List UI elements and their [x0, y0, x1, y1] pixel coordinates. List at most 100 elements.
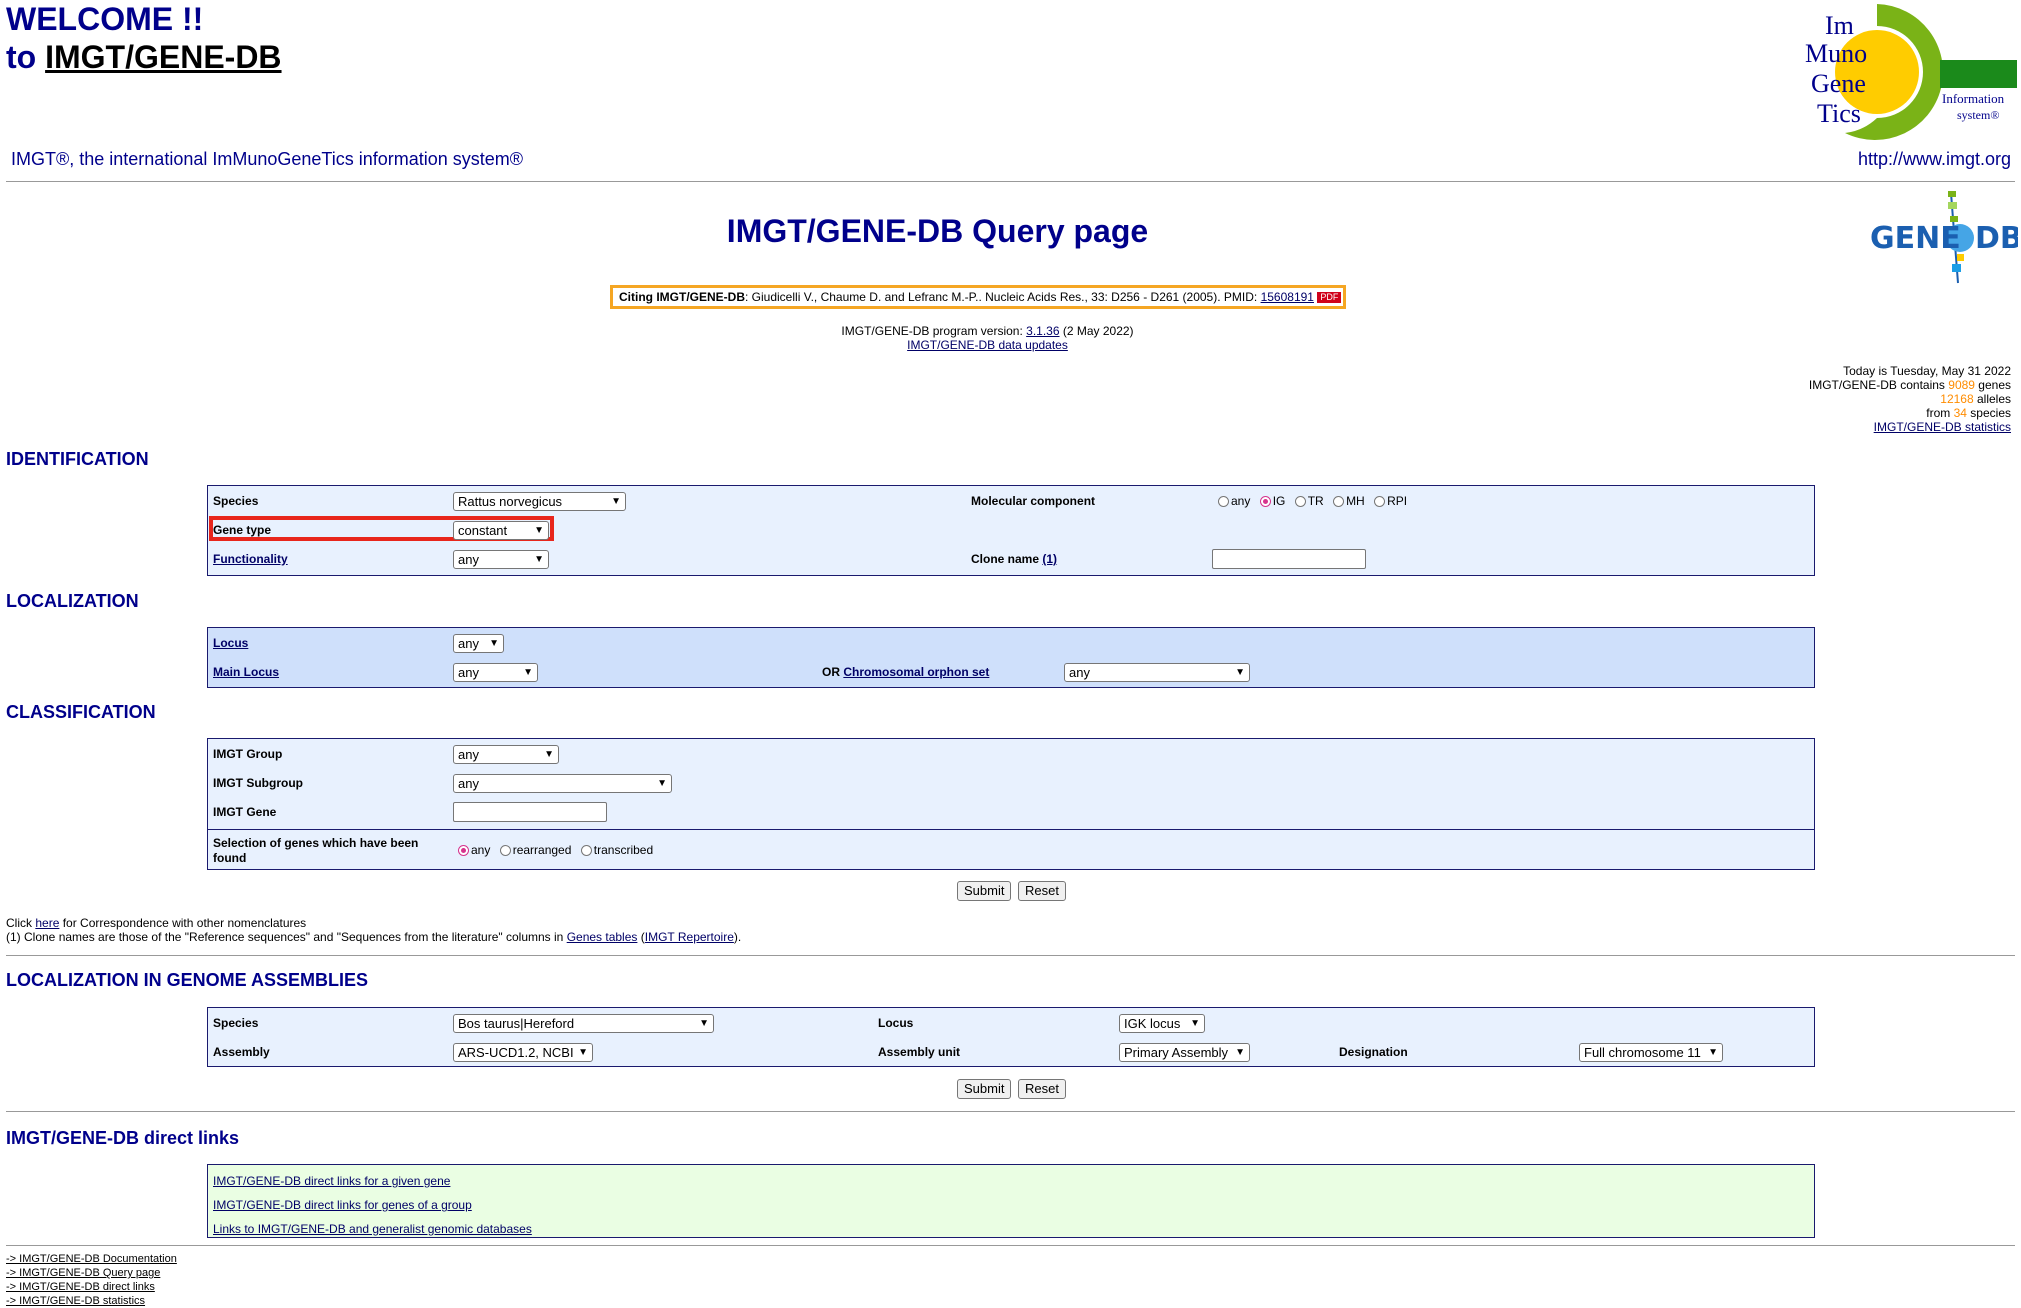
assemblies-heading: LOCALIZATION IN GENOME ASSEMBLIES [6, 970, 369, 990]
assembly-unit-label: Assembly unit [878, 1045, 961, 1059]
selection-label: Selection of genes which have been found [213, 836, 418, 866]
molecular-option-label: RPI [1387, 494, 1408, 508]
selection-option-any[interactable]: any [458, 843, 490, 857]
version-link[interactable]: 3.1.36 [1026, 324, 1059, 338]
functionality-select[interactable]: any ▼ [453, 550, 549, 569]
molecular-option-any[interactable]: any [1218, 494, 1250, 508]
assembly-locus-select[interactable]: IGK locus ▼ [1119, 1014, 1205, 1033]
imgt-subgroup-select[interactable]: any ▼ [453, 774, 672, 793]
radio-icon [1294, 496, 1306, 508]
assembly-submit-button[interactable]: Submit [957, 1079, 1012, 1099]
species-select-value: Rattus norvegicus [458, 494, 563, 509]
selection-option-transcribed[interactable]: transcribed [580, 843, 653, 857]
chevron-down-icon: ▼ [523, 667, 533, 678]
here-link[interactable]: here [35, 916, 59, 930]
assembly-species-label: Species [213, 1016, 259, 1030]
imgt-gene-db-link[interactable]: IMGT/GENE-DB [45, 39, 281, 75]
assembly-locus-label: Locus [878, 1016, 914, 1030]
statistics-link[interactable]: IMGT/GENE-DB statistics [1874, 420, 2011, 434]
imgt-gene-input[interactable] [453, 802, 607, 822]
molecular-option-tr[interactable]: TR [1294, 494, 1324, 508]
footer-link-statistics[interactable]: -> IMGT/GENE-DB statistics [6, 1294, 177, 1308]
welcome-line: WELCOME !! [6, 1, 204, 37]
alleles-count: 12168 [1940, 392, 1974, 406]
version-info: IMGT/GENE-DB program version: 3.1.36 (2 … [0, 324, 2021, 352]
imgt-group-select-value: any [458, 747, 479, 762]
molecular-option-rpi[interactable]: RPI [1374, 494, 1407, 508]
citation-box: Citing IMGT/GENE-DB: Giudicelli V., Chau… [610, 285, 1346, 309]
chevron-down-icon: ▼ [544, 749, 554, 760]
divider [6, 1245, 2015, 1246]
radio-icon [1333, 496, 1345, 508]
molecular-option-label: MH [1346, 494, 1365, 508]
species-line: from 34 species [1809, 406, 2011, 420]
locus-link[interactable]: Locus [213, 636, 248, 650]
imgt-repertoire-link[interactable]: IMGT Repertoire [645, 930, 734, 944]
svg-text:Tics: Tics [1817, 99, 1861, 128]
direct-link-gene[interactable]: IMGT/GENE-DB direct links for a given ge… [213, 1169, 1814, 1193]
assemblies-panel: Species Bos taurus|Hereford ▼ Locus IGK l… [207, 1007, 1815, 1067]
assembly-species-select[interactable]: Bos taurus|Hereford ▼ [453, 1014, 714, 1033]
genes-count: 9089 [1948, 378, 1975, 392]
click-text: Click [6, 916, 36, 930]
orphon-select[interactable]: any ▼ [1064, 663, 1250, 682]
alleles-label: alleles [1973, 392, 2011, 406]
imgt-group-label: IMGT Group [213, 747, 283, 761]
main-locus-link[interactable]: Main Locus [213, 665, 279, 679]
chevron-down-icon: ▼ [1708, 1047, 1718, 1058]
functionality-label: Functionality [213, 552, 288, 566]
direct-link-genomic-databases[interactable]: Links to IMGT/GENE-DB and generalist gen… [213, 1217, 1814, 1241]
panel-divider [208, 829, 1814, 830]
footer-link-query-page[interactable]: -> IMGT/GENE-DB Query page [6, 1266, 177, 1280]
submit-button[interactable]: Submit [957, 881, 1012, 901]
locus-select[interactable]: any ▼ [453, 634, 504, 653]
genes-label: genes [1974, 378, 2011, 392]
chevron-down-icon: ▼ [1235, 667, 1245, 678]
molecular-component-radios: any IG TR MH RPI [1218, 494, 1413, 508]
molecular-component-label: Molecular component [971, 494, 1096, 508]
version-date: (2 May 2022) [1059, 324, 1134, 338]
data-updates-link[interactable]: IMGT/GENE-DB data updates [907, 338, 1068, 352]
clone-name-note-link[interactable]: (1) [1042, 552, 1057, 566]
molecular-option-label: any [1231, 494, 1251, 508]
note-paren-open: ( [637, 930, 645, 944]
citation-text: : Giudicelli V., Chaume D. and Lefranc M… [745, 290, 1261, 304]
welcome-heading: WELCOME !! to IMGT/GENE-DB [6, 0, 282, 76]
clone-name-input[interactable] [1212, 549, 1366, 569]
imgt-group-select[interactable]: any ▼ [453, 745, 559, 764]
footer-link-direct-links[interactable]: -> IMGT/GENE-DB direct links [6, 1280, 177, 1294]
assembly-reset-button[interactable]: Reset [1018, 1079, 1066, 1099]
assembly-label: Assembly [213, 1045, 270, 1059]
species-select[interactable]: Rattus norvegicus ▼ [453, 492, 626, 511]
orphon-link[interactable]: Chromosomal orphon set [843, 665, 989, 679]
molecular-option-ig[interactable]: IG [1259, 494, 1285, 508]
footer-link-documentation[interactable]: -> IMGT/GENE-DB Documentation [6, 1252, 177, 1266]
functionality-link[interactable]: Functionality [213, 552, 288, 566]
correspondence-text: for Correspondence with other nomenclatu… [59, 916, 307, 930]
classification-panel: IMGT Group any ▼ IMGT Subgroup any ▼ IMGT … [207, 738, 1815, 870]
pmid-link[interactable]: 15608191 [1261, 290, 1314, 304]
radio-icon [1218, 496, 1229, 508]
molecular-option-mh[interactable]: MH [1333, 494, 1365, 508]
selection-option-rearranged[interactable]: rearranged [499, 843, 572, 857]
svg-text:DB: DB [1975, 221, 2018, 256]
chevron-down-icon: ▼ [1190, 1018, 1200, 1029]
pdf-icon[interactable]: PDF [1317, 292, 1342, 304]
assembly-select-value: ARS-UCD1.2, NCBI [458, 1045, 574, 1060]
genes-tables-link[interactable]: Genes tables [567, 930, 638, 944]
reset-button[interactable]: Reset [1018, 881, 1066, 901]
gene-type-select[interactable]: constant ▼ [453, 521, 549, 540]
assembly-species-select-value: Bos taurus|Hereford [458, 1016, 575, 1031]
divider [6, 1111, 2015, 1112]
assembly-unit-select[interactable]: Primary Assembly ▼ [1119, 1043, 1250, 1062]
selection-option-label: rearranged [512, 843, 572, 857]
direct-link-group[interactable]: IMGT/GENE-DB direct links for genes of a… [213, 1193, 1814, 1217]
chevron-down-icon: ▼ [611, 496, 621, 507]
designation-select[interactable]: Full chromosome 11 ▼ [1579, 1043, 1723, 1062]
designation-select-value: Full chromosome 11 [1584, 1045, 1701, 1060]
main-locus-select[interactable]: any ▼ [453, 663, 538, 682]
imgt-logo[interactable]: Im Muno Gene Tics Information system® [1805, 2, 2017, 146]
citation-bold: Citing IMGT/GENE-DB [619, 290, 745, 304]
assembly-select[interactable]: ARS-UCD1.2, NCBI ▼ [453, 1043, 593, 1062]
welcome-to: to [6, 39, 46, 75]
